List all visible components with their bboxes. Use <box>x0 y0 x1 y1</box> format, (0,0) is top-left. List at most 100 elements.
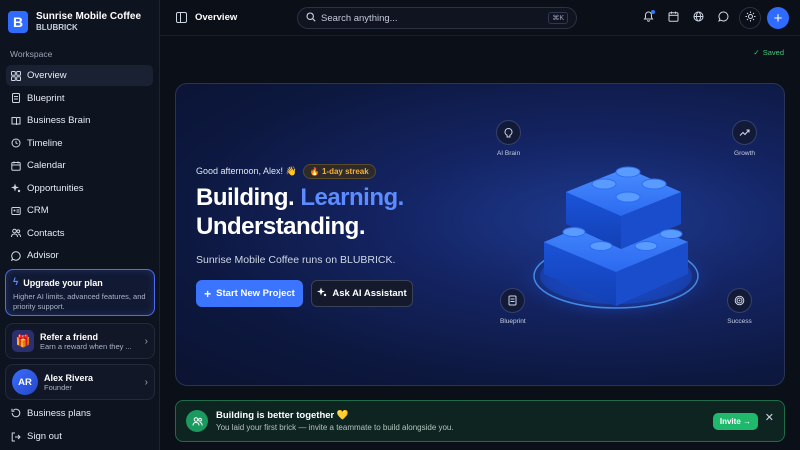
node-label: Growth <box>734 150 755 157</box>
brick-illustration <box>506 166 726 324</box>
document-icon <box>500 288 526 313</box>
brand-text: Sunrise Mobile Coffee BLUBRICK <box>36 11 141 33</box>
sidebar: B Sunrise Mobile Coffee BLUBRICK Workspa… <box>0 0 160 450</box>
user-text: Alex Rivera Founder <box>44 373 139 392</box>
grid-icon <box>11 70 21 81</box>
node-label: Success <box>727 318 752 325</box>
refer-title: Refer a friend <box>40 331 99 342</box>
notification-dot <box>651 10 655 14</box>
gift-icon: 🎁 <box>12 330 34 352</box>
node-growth[interactable]: Growth <box>732 120 757 157</box>
invite-button[interactable]: Invite → <box>712 413 758 430</box>
sidebar-item-label: CRM <box>27 205 49 216</box>
avatar: AR <box>12 369 38 395</box>
sun-icon <box>745 9 756 27</box>
user-name: Alex Rivera <box>44 372 94 383</box>
signout-icon <box>11 432 21 442</box>
book-icon <box>11 116 21 126</box>
sign-out-button[interactable]: Sign out <box>6 426 154 448</box>
create-new-button[interactable]: + <box>767 7 789 29</box>
notifications-button[interactable] <box>636 6 661 30</box>
refer-description: Earn a reward when they ... <box>40 341 132 351</box>
breadcrumb: Overview <box>195 12 238 23</box>
org-name: BLUBRICK <box>36 23 78 32</box>
node-label: Blueprint <box>500 318 526 325</box>
shortcut-hint: ⌘K <box>548 12 568 24</box>
save-status-label: Saved <box>762 48 784 57</box>
banner-description: You laid your first brick — invite a tea… <box>216 423 454 432</box>
sidebar-item-advisor[interactable]: Advisor <box>6 245 153 266</box>
language-button[interactable] <box>686 6 711 30</box>
calendar-icon <box>668 9 679 27</box>
sidebar-item-contacts[interactable]: Contacts <box>6 223 153 244</box>
lightning-icon: ϟ <box>13 277 19 288</box>
sidebar-item-business-plans[interactable]: Business plans <box>6 402 154 424</box>
upgrade-plan-card[interactable]: ϟ Upgrade your plan Higher AI limits, ad… <box>5 269 155 316</box>
team-icon <box>186 410 208 432</box>
node-ai-brain[interactable]: AI Brain <box>496 120 521 157</box>
brand-logo: B <box>8 11 28 33</box>
chevron-right-icon: › <box>144 335 148 347</box>
refer-text: Refer a friend Earn a reward when they .… <box>40 332 139 351</box>
upgrade-title: Upgrade your plan <box>23 277 103 288</box>
brand[interactable]: B Sunrise Mobile Coffee BLUBRICK <box>0 0 159 36</box>
upgrade-title-row: ϟ Upgrade your plan <box>13 277 147 288</box>
section-label: Workspace <box>10 49 53 59</box>
refresh-icon <box>11 408 21 418</box>
search-bar[interactable]: ⌘K <box>297 7 577 29</box>
sidebar-item-label: Business plans <box>27 407 91 419</box>
node-label: AI Brain <box>496 150 521 157</box>
check-icon: ✓ <box>753 48 760 57</box>
calendar-icon <box>11 161 21 171</box>
crm-icon <box>11 206 21 216</box>
sidebar-item-calendar[interactable]: Calendar <box>6 155 153 176</box>
plus-icon: + <box>773 9 783 27</box>
sidebar-item-label: Calendar <box>27 160 66 171</box>
chevron-right-icon: › <box>144 376 148 388</box>
topbar: Overview ⌘K + <box>160 0 800 36</box>
sidebar-bottom-nav: Business plans Sign out <box>6 402 154 449</box>
search-input[interactable] <box>321 12 544 24</box>
history-icon <box>11 138 21 148</box>
theme-toggle-button[interactable] <box>739 7 761 29</box>
sidebar-item-label: Opportunities <box>27 182 84 194</box>
user-role: Founder <box>44 382 72 392</box>
sidebar-item-overview[interactable]: Overview <box>6 65 153 86</box>
refer-friend-card[interactable]: 🎁 Refer a friend Earn a reward when they… <box>5 323 155 359</box>
workspace-name: Sunrise Mobile Coffee <box>36 11 142 22</box>
sidebar-item-blueprint[interactable]: Blueprint <box>6 88 153 109</box>
sidebar-item-label: Overview <box>27 70 67 81</box>
upgrade-description: Higher AI limits, advanced features, and… <box>13 292 146 311</box>
hero-card: Good afternoon, Alex! 👋 🔥 1-day streak B… <box>175 83 785 386</box>
sidebar-item-label: Sign out <box>27 431 62 442</box>
sidebar-item-opportunities[interactable]: Opportunities <box>6 178 153 199</box>
banner-text: Building is better together 💛 You laid y… <box>216 410 454 432</box>
invite-banner: Building is better together 💛 You laid y… <box>175 400 785 442</box>
close-icon[interactable]: ✕ <box>765 411 774 424</box>
messages-button[interactable] <box>711 6 736 30</box>
banner-title: Building is better together 💛 <box>216 410 349 421</box>
people-icon <box>11 228 21 238</box>
sidebar-item-crm[interactable]: CRM <box>6 200 153 221</box>
sidebar-toggle-icon[interactable] <box>176 12 187 23</box>
document-icon <box>11 93 21 103</box>
node-success[interactable]: Success <box>727 288 752 325</box>
sidebar-item-label: Contacts <box>27 227 65 239</box>
brain-icon <box>496 120 521 145</box>
sparkle-icon <box>11 183 21 193</box>
topbar-actions: + <box>636 6 789 30</box>
trend-up-icon <box>732 120 757 145</box>
sidebar-nav: Overview Blueprint Business Brain Timeli… <box>0 65 159 266</box>
user-profile-card[interactable]: AR Alex Rivera Founder › <box>5 364 155 400</box>
search-icon <box>306 9 316 27</box>
sidebar-item-label: Blueprint <box>27 92 65 104</box>
sidebar-item-business-brain[interactable]: Business Brain <box>6 110 153 131</box>
sidebar-item-label: Business Brain <box>27 115 91 126</box>
calendar-button[interactable] <box>661 6 686 30</box>
chat-icon <box>718 9 729 27</box>
node-blueprint[interactable]: Blueprint <box>500 288 526 325</box>
sidebar-item-timeline[interactable]: Timeline <box>6 133 153 154</box>
chat-icon <box>11 250 21 261</box>
save-status: ✓ Saved <box>753 48 784 57</box>
sidebar-item-label: Timeline <box>27 137 63 149</box>
